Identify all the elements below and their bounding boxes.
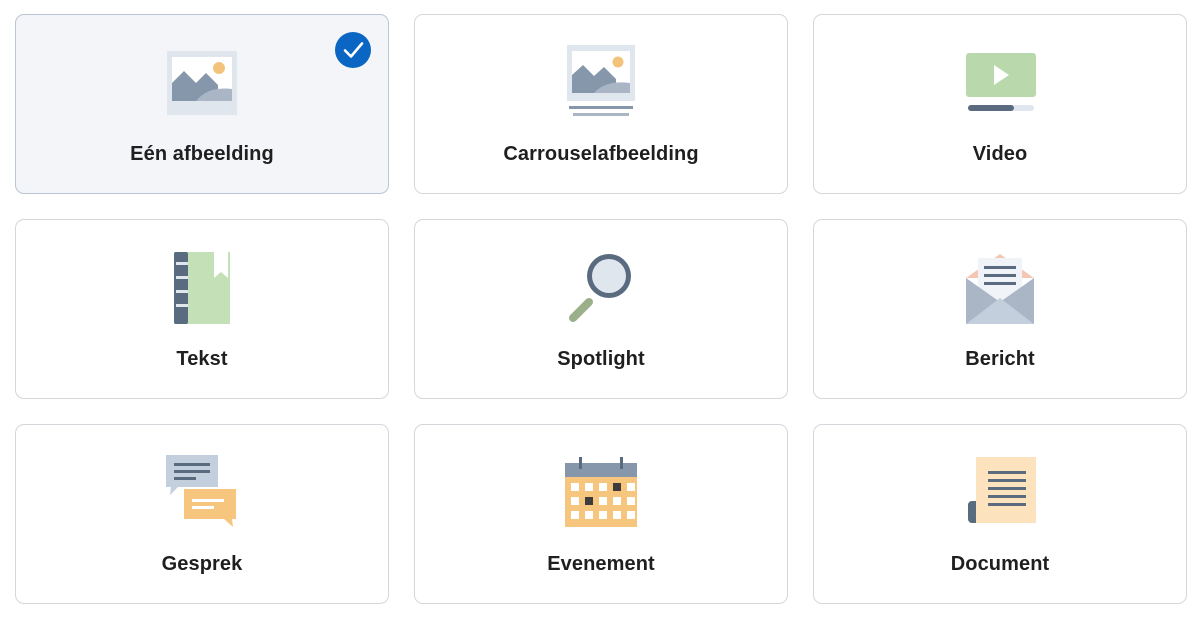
- checkmark-icon: [335, 32, 371, 68]
- card-conversation[interactable]: Gesprek: [15, 424, 389, 604]
- card-spotlight[interactable]: Spotlight: [414, 219, 788, 399]
- card-label: Video: [972, 143, 1028, 165]
- card-carousel-image[interactable]: Carrouselafbeelding: [414, 14, 788, 194]
- card-label: Evenement: [547, 553, 655, 575]
- card-label: Gesprek: [161, 553, 243, 575]
- card-video[interactable]: Video: [813, 14, 1187, 194]
- card-document[interactable]: Document: [813, 424, 1187, 604]
- card-label: Document: [950, 553, 1050, 575]
- card-text[interactable]: Tekst: [15, 219, 389, 399]
- card-label: Tekst: [176, 348, 228, 370]
- envelope-icon: [960, 248, 1040, 328]
- image-icon: [162, 43, 242, 123]
- card-single-image[interactable]: Eén afbeelding: [15, 14, 389, 194]
- card-message[interactable]: Bericht: [813, 219, 1187, 399]
- document-icon: [960, 453, 1040, 533]
- chat-bubbles-icon: [162, 453, 242, 533]
- card-label: Eén afbeelding: [130, 143, 274, 165]
- carousel-image-icon: [561, 43, 641, 123]
- notebook-icon: [162, 248, 242, 328]
- card-label: Bericht: [965, 348, 1035, 370]
- card-label: Spotlight: [557, 348, 645, 370]
- card-event[interactable]: Evenement: [414, 424, 788, 604]
- video-icon: [960, 43, 1040, 123]
- calendar-icon: [561, 453, 641, 533]
- magnifier-icon: [561, 248, 641, 328]
- card-label: Carrouselafbeelding: [503, 143, 699, 165]
